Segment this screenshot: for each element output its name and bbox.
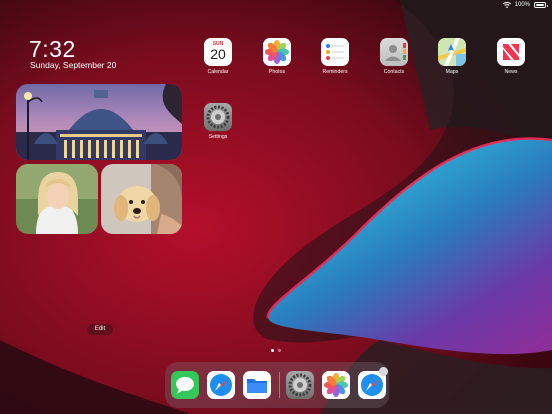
app-label: Settings bbox=[208, 134, 228, 140]
app-label: Maps bbox=[445, 69, 459, 75]
calendar-number: 20 bbox=[210, 46, 226, 62]
page-indicator[interactable] bbox=[271, 349, 281, 352]
dock-separator bbox=[279, 372, 280, 398]
wifi-icon bbox=[502, 2, 511, 8]
basilica-photo bbox=[16, 84, 182, 160]
photos-icon[interactable] bbox=[322, 371, 350, 399]
dock bbox=[165, 362, 389, 408]
woman-photo bbox=[16, 164, 98, 234]
app-news[interactable]: News bbox=[491, 38, 531, 75]
calendar-icon: SUN 20 bbox=[204, 38, 232, 66]
messages-icon[interactable] bbox=[171, 371, 199, 399]
app-reminders[interactable]: Reminders bbox=[315, 38, 355, 75]
app-label: Contacts bbox=[383, 69, 405, 75]
app-settings[interactable]: Settings bbox=[198, 103, 238, 140]
photo-widget-woman[interactable] bbox=[16, 164, 98, 234]
status-bar: 100% bbox=[502, 2, 548, 8]
files-icon[interactable] bbox=[243, 371, 271, 399]
battery-percentage: 100% bbox=[514, 2, 530, 8]
app-label: Photos bbox=[268, 69, 286, 75]
safari-icon[interactable] bbox=[207, 371, 235, 399]
maps-icon bbox=[438, 38, 466, 66]
contacts-icon bbox=[380, 38, 408, 66]
news-icon bbox=[497, 38, 525, 66]
page-dot-current bbox=[271, 349, 274, 352]
edit-button[interactable]: Edit bbox=[87, 324, 113, 335]
settings-icon[interactable] bbox=[286, 371, 314, 399]
recent-app-badge-icon bbox=[379, 367, 388, 376]
app-maps[interactable]: Maps bbox=[432, 38, 472, 75]
app-photos[interactable]: Photos bbox=[257, 38, 297, 75]
settings-icon bbox=[204, 103, 232, 131]
app-label: Reminders bbox=[322, 69, 348, 75]
battery-icon bbox=[534, 2, 548, 8]
app-calendar[interactable]: SUN 20 Calendar bbox=[198, 38, 238, 75]
app-label: News bbox=[504, 69, 518, 75]
photo-widget-basilica[interactable] bbox=[16, 84, 182, 160]
app-contacts[interactable]: Contacts bbox=[374, 38, 414, 75]
dog-photo bbox=[101, 164, 182, 234]
photos-icon bbox=[263, 38, 291, 66]
date: Sunday, September 20 bbox=[30, 60, 117, 70]
reminders-icon bbox=[321, 38, 349, 66]
photo-widget-dog[interactable] bbox=[101, 164, 182, 234]
page-dot bbox=[278, 349, 281, 352]
app-label: Calendar bbox=[207, 69, 229, 75]
clock: 7:32 bbox=[29, 36, 76, 62]
